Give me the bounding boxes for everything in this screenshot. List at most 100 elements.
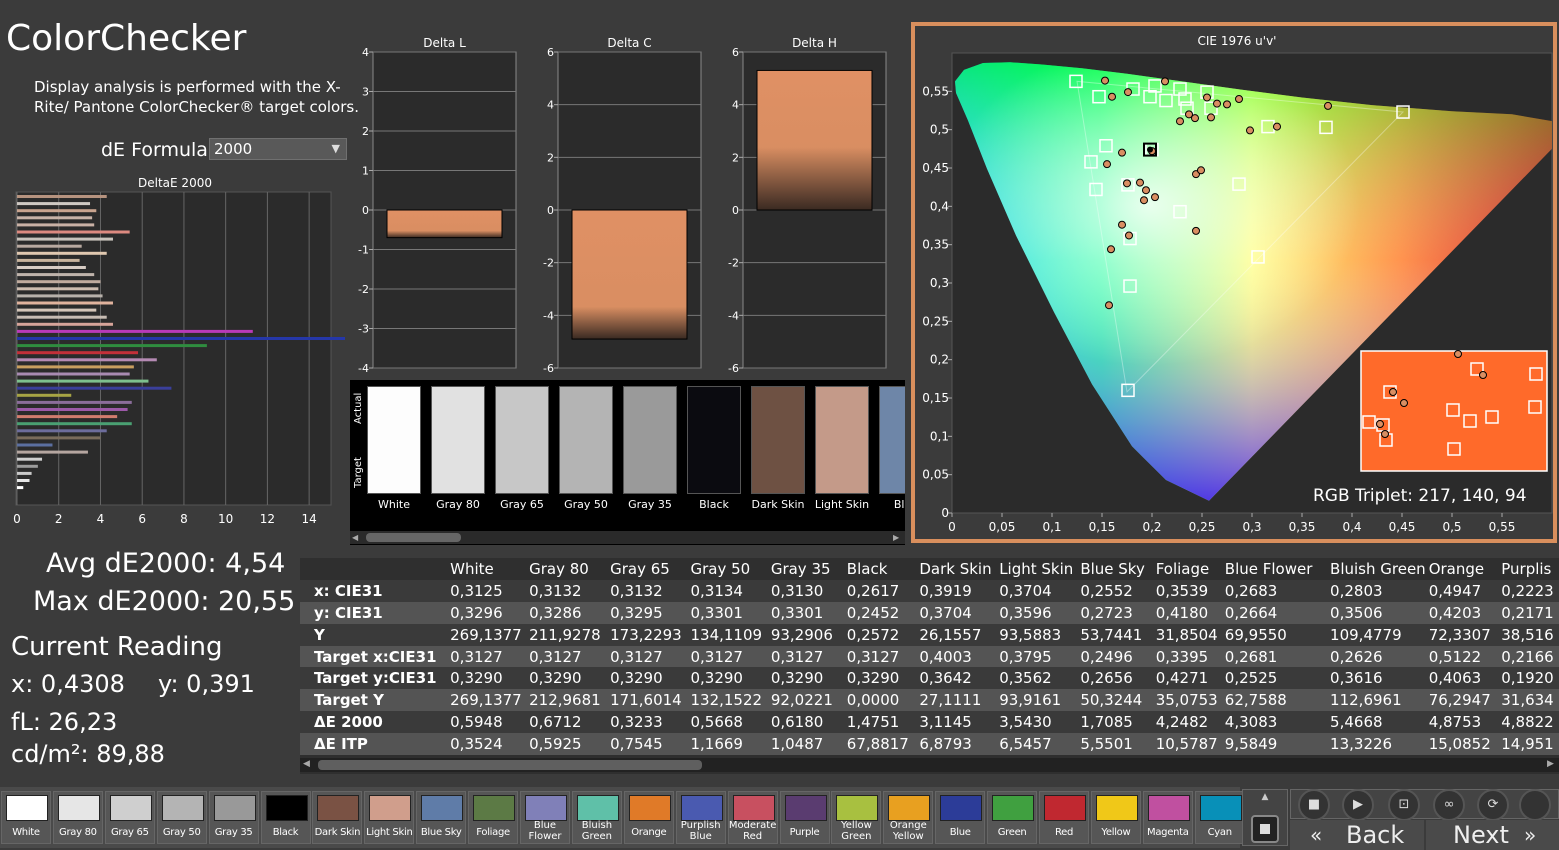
table-scroll-right-icon[interactable]: ▶: [1547, 759, 1554, 769]
palette-item-orange[interactable]: Orange: [623, 791, 674, 844]
loop-button[interactable]: ∞: [1433, 789, 1465, 821]
stop-button[interactable]: [1251, 815, 1279, 843]
cie-measured-marker: [1223, 100, 1231, 109]
cie-x-tick-label: 0,4: [1342, 520, 1361, 534]
table-cell: 0,2166: [1498, 645, 1559, 668]
swatch-gray-50: [559, 386, 613, 494]
table-row: Target x:CIE31 0,3127 0,3127 0,3127 0,3127 0,…: [300, 645, 1559, 668]
palette-item-dark-skin[interactable]: Dark Skin: [312, 791, 363, 844]
table-cell: 1,1669: [687, 733, 768, 756]
table-cell: 0,3395: [1152, 645, 1222, 668]
cie-y-tick-label: 0,35: [922, 238, 949, 252]
swatch-label: Gray 50: [564, 498, 608, 511]
play-button[interactable]: ▶: [1342, 789, 1374, 821]
current-reading-title: Current Reading: [11, 632, 223, 662]
table-cell: 0,3132: [526, 579, 608, 602]
palette-item-gray-65[interactable]: Gray 65: [104, 791, 155, 844]
table-cell: 0,2572: [843, 623, 917, 646]
cie-y-tick-label: 0,05: [922, 468, 949, 482]
cie-measured-marker: [1107, 245, 1115, 254]
palette-item-blue-sky[interactable]: Blue Sky: [416, 791, 467, 844]
swatch-comparison-panel: Actual Target White Gray 80 Gray 65 Gray 50…: [350, 380, 905, 545]
palette-chip: [6, 795, 48, 821]
palette-item-gray-80[interactable]: Gray 80: [52, 791, 103, 844]
palette-item-purple[interactable]: Purple: [779, 791, 830, 844]
record-button[interactable]: [1519, 789, 1551, 821]
cie-measured-marker: [1197, 166, 1205, 175]
formula-value: 2000: [214, 140, 253, 158]
refresh-button[interactable]: ⟳: [1477, 789, 1509, 821]
table-cell: 0,3919: [916, 579, 997, 602]
target-label: Target: [353, 457, 364, 488]
table-scroll-left-icon[interactable]: ◀: [303, 759, 310, 769]
scroll-right-icon[interactable]: ▶: [893, 533, 899, 542]
cie-measured-marker: [1108, 92, 1116, 101]
description: Display analysis is performed with the X…: [34, 78, 359, 116]
palette-item-black[interactable]: Black: [260, 791, 311, 844]
palette-item-gray-35[interactable]: Gray 35: [208, 791, 259, 844]
table-cell: 0,0000: [843, 689, 917, 712]
cie-zoom-inset: [1360, 350, 1548, 472]
table-cell: 31,8504: [1152, 623, 1222, 646]
palette-item-yellow-green[interactable]: Yellow Green: [831, 791, 882, 844]
palette-label: Purplish Blue: [680, 820, 721, 842]
palette-item-green[interactable]: Green: [987, 791, 1038, 844]
palette-item-blue-flower[interactable]: Blue Flower: [520, 791, 570, 844]
table-cell: 0,3290: [447, 667, 527, 690]
palette-item-yellow[interactable]: Yellow: [1090, 791, 1141, 844]
deltae-bar: [17, 237, 113, 241]
palette-item-bluish-green[interactable]: Bluish Green: [571, 791, 622, 844]
delta-tick-label: 2: [362, 125, 369, 138]
palette-label: Green: [997, 827, 1027, 838]
back-button[interactable]: « Back: [1290, 820, 1424, 850]
table-column-header: Gray 65: [610, 559, 670, 578]
chevron-right-icon: »: [1524, 823, 1537, 847]
deltae-bar: [17, 436, 101, 440]
palette-item-blue[interactable]: Blue: [935, 791, 986, 844]
table-column-header: Gray 80: [529, 559, 589, 578]
palette-item-light-skin[interactable]: Light Skin: [364, 791, 415, 844]
palette-item-moderate-red[interactable]: Moderate Red: [727, 791, 778, 844]
table-scroll-thumb[interactable]: [318, 760, 702, 770]
cie-measured-marker: [1103, 160, 1111, 169]
delta-bar: [386, 209, 503, 239]
table-cell: 27,1111: [916, 689, 997, 712]
table-cell: 0,3127: [687, 645, 768, 668]
table-cell: 4,3083: [1221, 711, 1328, 734]
deltae-bar: [17, 457, 43, 461]
stop-round-button[interactable]: ■: [1298, 789, 1330, 821]
palette-item-foliage[interactable]: Foliage: [468, 791, 519, 844]
table-cell: 0,2617: [843, 579, 917, 602]
deltae-bar: [17, 393, 72, 397]
palette-item-orange-yellow[interactable]: Orange Yellow: [883, 791, 934, 844]
table-cell: 0,6180: [767, 711, 844, 734]
table-cell: 269,1377: [447, 623, 527, 646]
scroll-up-icon[interactable]: ▲: [1256, 792, 1274, 802]
palette-item-purplish-blue[interactable]: Purplish Blue: [675, 791, 726, 844]
palette-item-cyan[interactable]: Cyan: [1194, 791, 1245, 844]
table-cell: 31,634: [1498, 689, 1559, 712]
deltae-bar: [17, 422, 132, 426]
swatch-label: Blue: [893, 498, 905, 511]
palette-item-white[interactable]: White: [1, 791, 51, 844]
formula-select[interactable]: 2000 ▼: [209, 138, 347, 160]
cie-measured-marker: [1151, 193, 1159, 202]
palette-item-gray-50[interactable]: Gray 50: [156, 791, 207, 844]
palette-label: Red: [1054, 827, 1074, 838]
cie-measured-marker: [1118, 220, 1126, 229]
scroll-left-icon[interactable]: ◀: [352, 533, 358, 542]
palette-chip: [161, 795, 204, 821]
palette-item-red[interactable]: Red: [1039, 791, 1089, 844]
table-cell: 0,2223: [1498, 579, 1559, 602]
deltae-bar: [17, 479, 30, 482]
table-cell: 15,0852: [1425, 733, 1499, 756]
frame-button[interactable]: ⊡: [1388, 789, 1420, 821]
swatch-scroll-thumb[interactable]: [366, 533, 461, 542]
palette-chip: [1044, 795, 1086, 821]
table-cell: 171,6014: [607, 689, 688, 712]
avg-de: Avg dE2000: 4,54: [46, 548, 286, 579]
palette-item-magenta[interactable]: Magenta: [1142, 791, 1193, 844]
cie-measured-marker: [1207, 113, 1215, 122]
next-button[interactable]: Next »: [1426, 820, 1559, 850]
table-cell: 0,4180: [1152, 601, 1222, 624]
